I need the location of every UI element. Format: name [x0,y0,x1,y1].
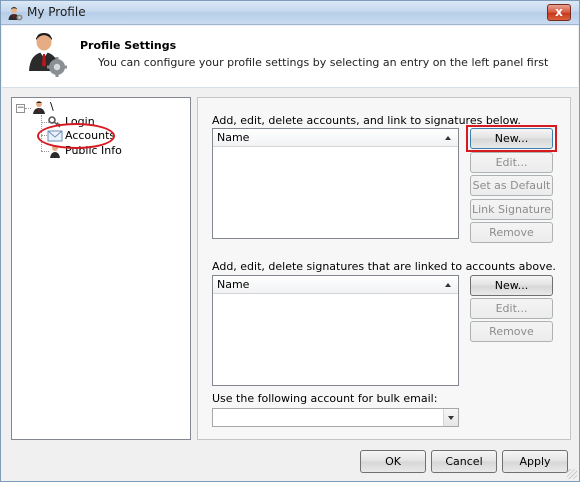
highlight-oval [37,123,115,149]
highlight-rectangle [466,125,557,152]
tree-collapse-toggle[interactable]: − [16,104,25,113]
accounts-edit-button[interactable]: Edit... [470,152,553,173]
close-button[interactable]: x [547,4,571,21]
window-title: My Profile [27,5,86,19]
accounts-name-column-header[interactable]: Name [213,129,458,147]
profile-app-icon [8,6,23,21]
column-header-label: Name [217,131,250,144]
ok-button[interactable]: OK [360,450,426,473]
apply-button[interactable]: Apply [502,450,568,473]
signatures-new-button[interactable]: New... [470,275,553,296]
accounts-list[interactable]: Name [212,128,459,239]
header-title: Profile Settings [80,39,177,52]
tree-root-profile[interactable]: \ [32,100,72,115]
column-header-label: Name [217,278,250,291]
minus-icon: − [17,103,25,113]
cancel-button[interactable]: Cancel [431,450,497,473]
sort-ascending-icon [445,136,451,140]
close-icon: x [555,5,563,19]
header-subtitle: You can configure your profile settings … [98,56,549,69]
dropdown-button[interactable] [443,409,458,426]
bulk-email-label: Use the following account for bulk email… [212,392,438,405]
title-bar[interactable]: My Profile x [1,1,579,25]
accounts-remove-button[interactable]: Remove [470,222,553,243]
signatures-remove-button[interactable]: Remove [470,321,553,342]
signatures-name-column-header[interactable]: Name [213,276,458,294]
bulk-email-account-select[interactable] [212,408,459,427]
signatures-instruction: Add, edit, delete signatures that are li… [212,260,556,273]
settings-tree[interactable]: − \ Login Accounts Public Info [11,97,191,440]
resize-grip[interactable] [567,469,577,479]
sort-ascending-icon [445,283,451,287]
chevron-down-icon [448,416,454,420]
set-default-button[interactable]: Set as Default [470,175,553,196]
tree-root-label: \ [50,100,54,113]
profile-settings-icon [29,33,67,77]
signatures-edit-button[interactable]: Edit... [470,298,553,319]
header-banner: Profile Settings You can configure your … [2,26,578,88]
signatures-list[interactable]: Name [212,275,459,386]
user-icon [33,101,45,114]
tree-connector [25,108,31,109]
link-signature-button[interactable]: Link Signature [470,199,553,220]
profile-window: My Profile x Profile Settings You can co… [0,0,580,482]
